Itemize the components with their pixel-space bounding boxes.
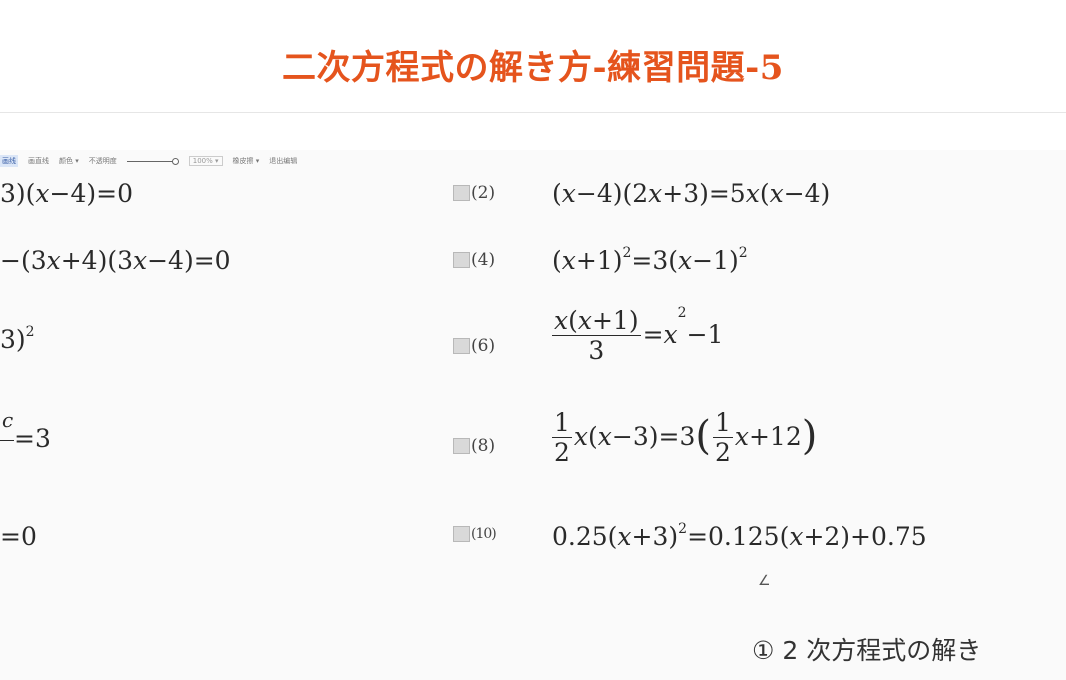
problem-6-number: (6): [453, 336, 495, 356]
title-divider: [0, 112, 1066, 113]
problem-8-equation: 1 2 x(x−3)=3(1 2 x+12): [552, 408, 818, 468]
pen-cursor-icon: ∠: [758, 573, 771, 589]
left-equation-5: 3)2: [0, 324, 35, 354]
problem-10-number: (10): [453, 526, 497, 542]
left-equation-3: −(3x+4)(3x−4)=0: [0, 246, 231, 275]
section-caption: ① 2 次方程式の解き: [752, 636, 982, 665]
worksheet: 画线 画直线 颜色 ▾ 不透明度 100% ▾ 橡皮擦 ▾ 退出编辑: [0, 150, 1066, 680]
opacity-slider[interactable]: [126, 157, 179, 165]
toolbar-eraser[interactable]: 橡皮擦 ▾: [233, 156, 260, 166]
page-title: 二次方程式の解き方-練習問題-5: [282, 48, 784, 88]
problem-2-number: (2): [453, 183, 495, 203]
toolbar-draw-line[interactable]: 画线: [0, 155, 18, 167]
annotation-toolbar: 画线 画直线 颜色 ▾ 不透明度 100% ▾ 橡皮擦 ▾ 退出编辑: [0, 150, 420, 172]
toolbar-zoom[interactable]: 100% ▾: [188, 156, 223, 166]
toolbar-opacity-label: 不透明度: [88, 157, 117, 165]
checkbox-icon[interactable]: [453, 338, 470, 354]
problem-6-equation: x(x+1) 3 =x2−1: [552, 305, 724, 366]
problem-8-number: (8): [453, 436, 495, 456]
problem-6-fraction: x(x+1) 3: [552, 306, 641, 366]
checkbox-icon[interactable]: [453, 185, 470, 201]
toolbar-color[interactable]: 颜色 ▾: [59, 156, 79, 166]
left-equation-9: =0: [0, 522, 37, 551]
toolbar-straight-line[interactable]: 画直线: [28, 156, 49, 166]
checkbox-icon[interactable]: [453, 252, 470, 268]
left-equation-1: 3)(x−4)=0: [0, 179, 133, 208]
problem-10-equation: 0.25(x+3)2=0.125(x+2)+0.75: [552, 521, 927, 551]
checkbox-icon[interactable]: [453, 438, 470, 454]
problem-4-equation: (x+1)2=3(x−1)2: [552, 245, 748, 275]
toolbar-exit-edit[interactable]: 退出编辑: [269, 156, 297, 166]
problem-2-equation: (x−4)(2x+3)=5x(x−4): [552, 179, 831, 208]
left-equation-7: c =3: [0, 408, 51, 453]
problem-4-number: (4): [453, 250, 495, 270]
checkbox-icon[interactable]: [453, 526, 470, 542]
